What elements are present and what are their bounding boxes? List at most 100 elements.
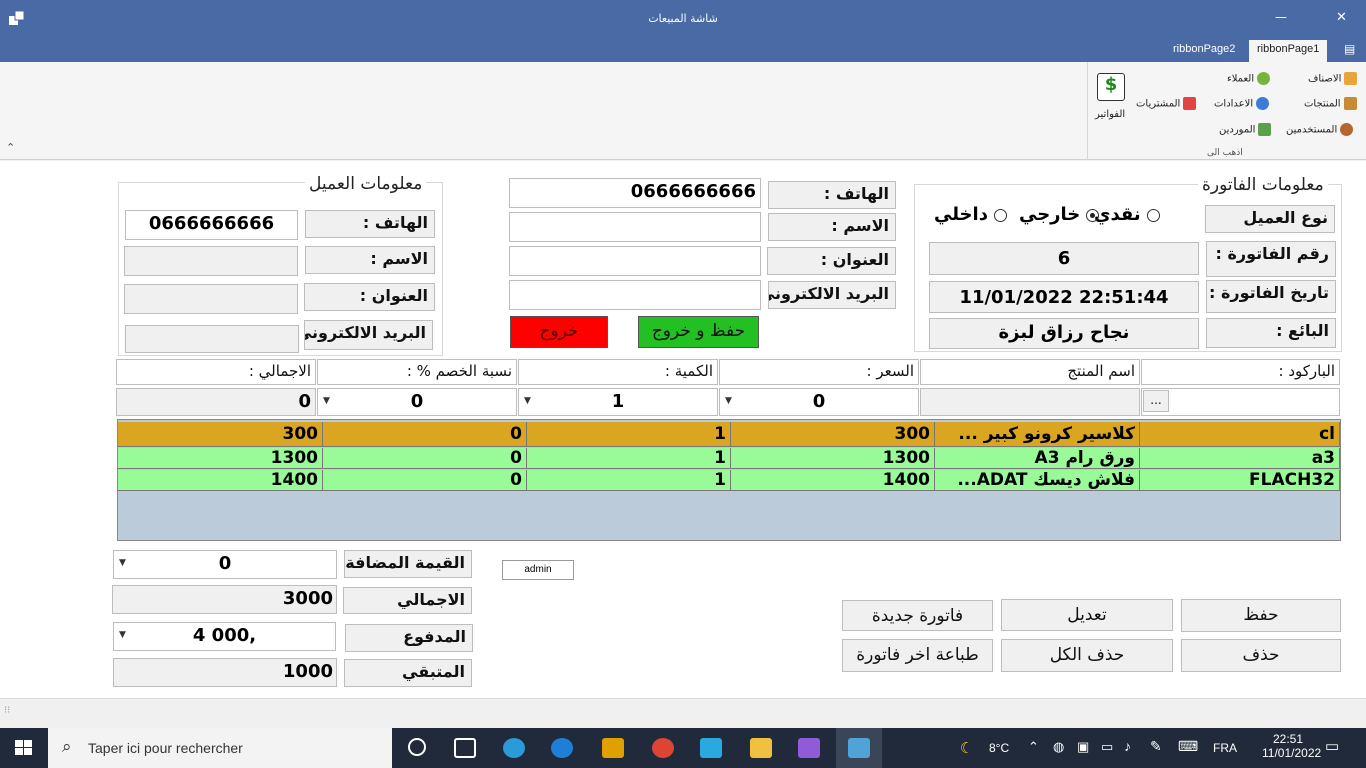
- table-row[interactable]: a3 ورق رام A3 1300 1 0 1300: [118, 448, 1340, 469]
- save-exit-button[interactable]: حفظ و خروج: [638, 316, 759, 348]
- app-icon[interactable]: [602, 738, 624, 758]
- paid-combo[interactable]: ▼ 4 000,: [113, 622, 336, 651]
- search-icon: ⌕: [62, 737, 72, 756]
- exit-button[interactable]: خروج: [510, 316, 608, 348]
- weather-icon[interactable]: ☾: [960, 739, 973, 757]
- teamviewer-icon[interactable]: [551, 738, 573, 758]
- language[interactable]: FRA: [1213, 741, 1237, 755]
- ribbon-purchases[interactable]: المشتريات: [1136, 97, 1197, 110]
- meet-icon[interactable]: ◍: [1053, 739, 1064, 755]
- cell-discount: 0: [323, 422, 527, 447]
- sales-app-icon: [848, 738, 870, 758]
- ribbon-customers[interactable]: العملاء: [1227, 72, 1271, 85]
- active-app-tab[interactable]: [836, 728, 882, 768]
- visual-studio-icon[interactable]: [798, 738, 820, 758]
- header-product-name: اسم المنتج: [920, 359, 1140, 385]
- browse-button[interactable]: ...: [1143, 390, 1169, 412]
- invoice-number-label: رقم الفاتورة :: [1206, 241, 1336, 277]
- taskbar-search[interactable]: ⌕ Taper ici pour rechercher: [48, 728, 392, 768]
- address-input[interactable]: [509, 246, 761, 276]
- chrome-icon[interactable]: [652, 738, 674, 758]
- display-icon[interactable]: ▭: [1101, 739, 1113, 755]
- save-button[interactable]: حفظ: [1181, 599, 1341, 632]
- file-explorer-icon[interactable]: [750, 738, 772, 758]
- print-last-invoice-button[interactable]: طباعة اخر فاتورة: [842, 639, 993, 672]
- ribbon-invoices[interactable]: الفواتير: [1095, 109, 1125, 120]
- quantity-combo[interactable]: ▼ 1: [518, 388, 718, 416]
- cell-price: 1400: [731, 470, 935, 491]
- taskbar: ⌕ Taper ici pour rechercher ☾ 8°C ⌃ ◍ ▣ …: [0, 728, 1366, 768]
- temperature[interactable]: 8°C: [989, 741, 1009, 755]
- items-grid[interactable]: cl كلاسير كرونو كبير ... 300 1 0 300 a3 …: [117, 419, 1341, 541]
- invoice-info-title: معلومات الفاتورة: [1198, 175, 1328, 195]
- task-view-icon[interactable]: [454, 738, 476, 758]
- edge-icon[interactable]: [503, 738, 525, 758]
- windows-start-icon[interactable]: [15, 740, 33, 756]
- chevron-down-icon[interactable]: ▼: [119, 630, 126, 640]
- keyboard-icon[interactable]: ⌨: [1178, 738, 1198, 755]
- ribbon-products[interactable]: المنتجات: [1304, 97, 1357, 110]
- user-field: admin: [502, 560, 574, 580]
- phone-input[interactable]: 0666666666: [509, 178, 761, 208]
- radio-internal[interactable]: داخلي: [934, 204, 1007, 225]
- tab-ribbon-page-1[interactable]: ribbonPage1: [1249, 40, 1327, 62]
- customer-name-field: [124, 246, 298, 276]
- barcode-input[interactable]: [1141, 388, 1340, 416]
- app-icon[interactable]: [700, 738, 722, 758]
- cell-barcode: FLACH32: [1140, 470, 1340, 491]
- chevron-down-icon[interactable]: ▼: [524, 396, 531, 406]
- collapse-ribbon-icon[interactable]: ⌃: [6, 141, 15, 154]
- ribbon-menu-icon[interactable]: ▤: [1344, 42, 1360, 56]
- customer-name-label: الاسم :: [305, 246, 435, 274]
- notification-icon[interactable]: ▭: [1325, 737, 1339, 755]
- supplier-icon: [1258, 123, 1272, 136]
- paid-label: المدفوع: [345, 624, 473, 652]
- email-label: البريد الالكتروني: [768, 281, 896, 309]
- email-input[interactable]: [509, 280, 761, 310]
- radio-dot: [993, 208, 1007, 222]
- invoice-number-field: 6: [929, 242, 1199, 275]
- minimize-button[interactable]: —: [1275, 10, 1287, 24]
- edit-button[interactable]: تعديل: [1001, 599, 1173, 631]
- vat-combo[interactable]: ▼ 0: [113, 550, 337, 579]
- chevron-down-icon[interactable]: ▼: [725, 396, 732, 406]
- customer-address-label: العنوان :: [304, 283, 435, 311]
- ribbon-users[interactable]: المستخدمين: [1286, 123, 1354, 136]
- radio-external[interactable]: خارجي: [1019, 204, 1100, 225]
- resize-grip-icon[interactable]: ⁝⁝: [4, 705, 10, 716]
- chevron-down-icon[interactable]: ▼: [119, 558, 126, 568]
- tray-chevron-icon[interactable]: ⌃: [1028, 739, 1039, 755]
- discount-combo[interactable]: ▼ 0: [317, 388, 517, 416]
- table-row[interactable]: cl كلاسير كرونو كبير ... 300 1 0 300: [118, 422, 1340, 447]
- new-invoice-button[interactable]: فاتورة جديدة: [842, 600, 993, 631]
- cell-barcode: a3: [1140, 448, 1340, 469]
- radio-cash[interactable]: نقدي: [1094, 204, 1160, 225]
- dollar-icon[interactable]: $: [1097, 73, 1125, 101]
- total-label: الاجمالي: [343, 587, 472, 614]
- remaining-label: المتبقي: [344, 659, 472, 687]
- status-bar: ⁝⁝: [0, 698, 1366, 726]
- delete-all-button[interactable]: حذف الكل: [1001, 639, 1173, 672]
- volume-icon[interactable]: ♪: [1124, 738, 1131, 754]
- tab-ribbon-page-2[interactable]: ribbonPage2: [1165, 40, 1243, 62]
- chevron-down-icon[interactable]: ▼: [323, 396, 330, 406]
- close-button[interactable]: ✕: [1336, 10, 1347, 25]
- name-label: الاسم :: [768, 213, 896, 241]
- ribbon-settings[interactable]: الاعدادات: [1214, 97, 1270, 110]
- name-input[interactable]: [509, 212, 761, 242]
- clock[interactable]: 22:51 11/01/2022: [1262, 732, 1321, 760]
- header-barcode: الباركود :: [1141, 359, 1340, 385]
- network-icon[interactable]: ▣: [1077, 739, 1089, 755]
- price-combo[interactable]: ▼ 0: [719, 388, 919, 416]
- cell-qty: 1: [527, 448, 731, 469]
- cell-name: ورق رام A3: [935, 448, 1140, 469]
- table-row[interactable]: FLACH32 فلاش ديسك ADAT... 1400 1 0 1400: [118, 470, 1340, 491]
- pen-icon[interactable]: ✎: [1150, 738, 1162, 755]
- delete-button[interactable]: حذف: [1181, 639, 1341, 672]
- ribbon-suppliers[interactable]: الموردين: [1219, 123, 1272, 136]
- clock-time: 22:51: [1272, 732, 1304, 746]
- ribbon-categories[interactable]: الاصناف: [1308, 72, 1358, 85]
- cortana-icon[interactable]: [408, 738, 426, 756]
- customer-phone-field[interactable]: 0666666666: [125, 210, 298, 240]
- cell-price: 1300: [731, 448, 935, 469]
